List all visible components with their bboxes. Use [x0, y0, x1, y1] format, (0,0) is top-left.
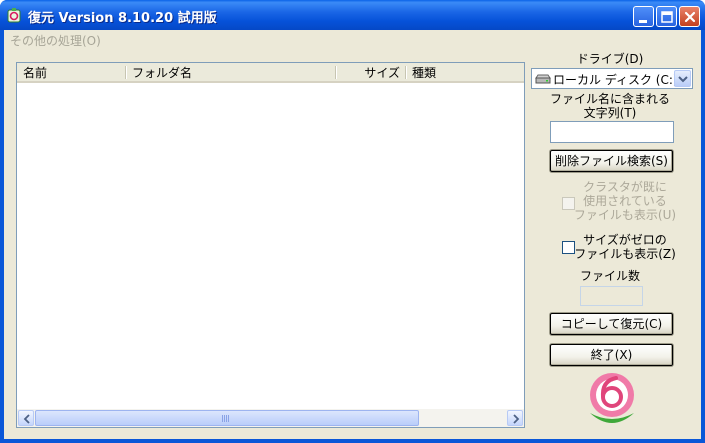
minimize-icon: [639, 20, 647, 23]
column-type[interactable]: 種類: [406, 63, 524, 83]
zero-size-label: サイズがゼロの ファイルも表示(Z): [570, 233, 680, 261]
chevron-down-icon: [678, 76, 688, 83]
drive-dropdown-button[interactable]: [674, 70, 691, 87]
drive-selected-value: ローカル ディスク (C:): [553, 73, 678, 87]
copy-restore-button[interactable]: コピーして復元(C): [550, 313, 673, 335]
column-name[interactable]: 名前: [17, 63, 126, 83]
cluster-used-label: クラスタが既に 使用されている ファイルも表示(U): [570, 180, 680, 222]
title-bar[interactable]: 復元 Version 8.10.20 試用版: [0, 0, 705, 30]
zero-size-label-line2: ファイルも表示(Z): [574, 247, 676, 261]
zero-size-label-line1: サイズがゼロの: [583, 233, 667, 247]
chevron-left-icon: [23, 414, 30, 424]
maximize-icon: [661, 11, 673, 23]
maximize-button[interactable]: [656, 6, 677, 27]
file-list[interactable]: 名前 フォルダ名 サイズ 種類: [16, 62, 525, 428]
file-count-value: [580, 286, 643, 306]
horizontal-scrollbar[interactable]: [17, 409, 524, 427]
hard-drive-icon: [535, 74, 551, 84]
chevron-right-icon: [513, 414, 520, 424]
column-size[interactable]: サイズ: [336, 63, 406, 83]
client-area: その他の処理(O) 名前 フォルダ名 サイズ 種類 ドライブ(D) ローカル デ…: [4, 30, 701, 439]
scroll-thumb[interactable]: [35, 410, 419, 426]
scroll-grip: [222, 415, 230, 422]
restore-logo-icon: [590, 373, 634, 423]
filename-filter-label: ファイル名に含まれる 文字列(T): [530, 92, 690, 120]
minimize-button[interactable]: [633, 6, 654, 27]
file-count-label: ファイル数: [579, 269, 640, 283]
cluster-used-label-line1: クラスタが既に: [583, 180, 667, 194]
search-deleted-files-button[interactable]: 削除ファイル検索(S): [550, 150, 673, 172]
menu-other-processing[interactable]: その他の処理(O): [10, 32, 101, 49]
menu-bar: その他の処理(O): [4, 30, 701, 49]
close-icon: [684, 11, 696, 23]
filename-filter-label-line1: ファイル名に含まれる: [549, 92, 670, 106]
main-window: 復元 Version 8.10.20 試用版 その他の処理(O) 名前 フォルダ…: [0, 0, 705, 443]
drive-label: ドライブ(D): [576, 52, 644, 66]
column-folder[interactable]: フォルダ名: [126, 63, 336, 83]
scroll-right-button[interactable]: [507, 410, 523, 426]
close-button[interactable]: [679, 6, 700, 27]
app-icon: [7, 8, 21, 23]
drive-select[interactable]: ローカル ディスク (C:): [531, 68, 693, 89]
filename-filter-label-line2: 文字列(T): [583, 106, 637, 120]
exit-button[interactable]: 終了(X): [550, 344, 673, 366]
cluster-used-label-line2: 使用されている: [583, 194, 667, 208]
cluster-used-label-line3: ファイルも表示(U): [573, 208, 677, 222]
scroll-left-button[interactable]: [18, 410, 34, 426]
list-header: 名前 フォルダ名 サイズ 種類: [17, 63, 524, 83]
filename-filter-input[interactable]: [550, 121, 674, 143]
window-title: 復元 Version 8.10.20 試用版: [28, 11, 217, 26]
